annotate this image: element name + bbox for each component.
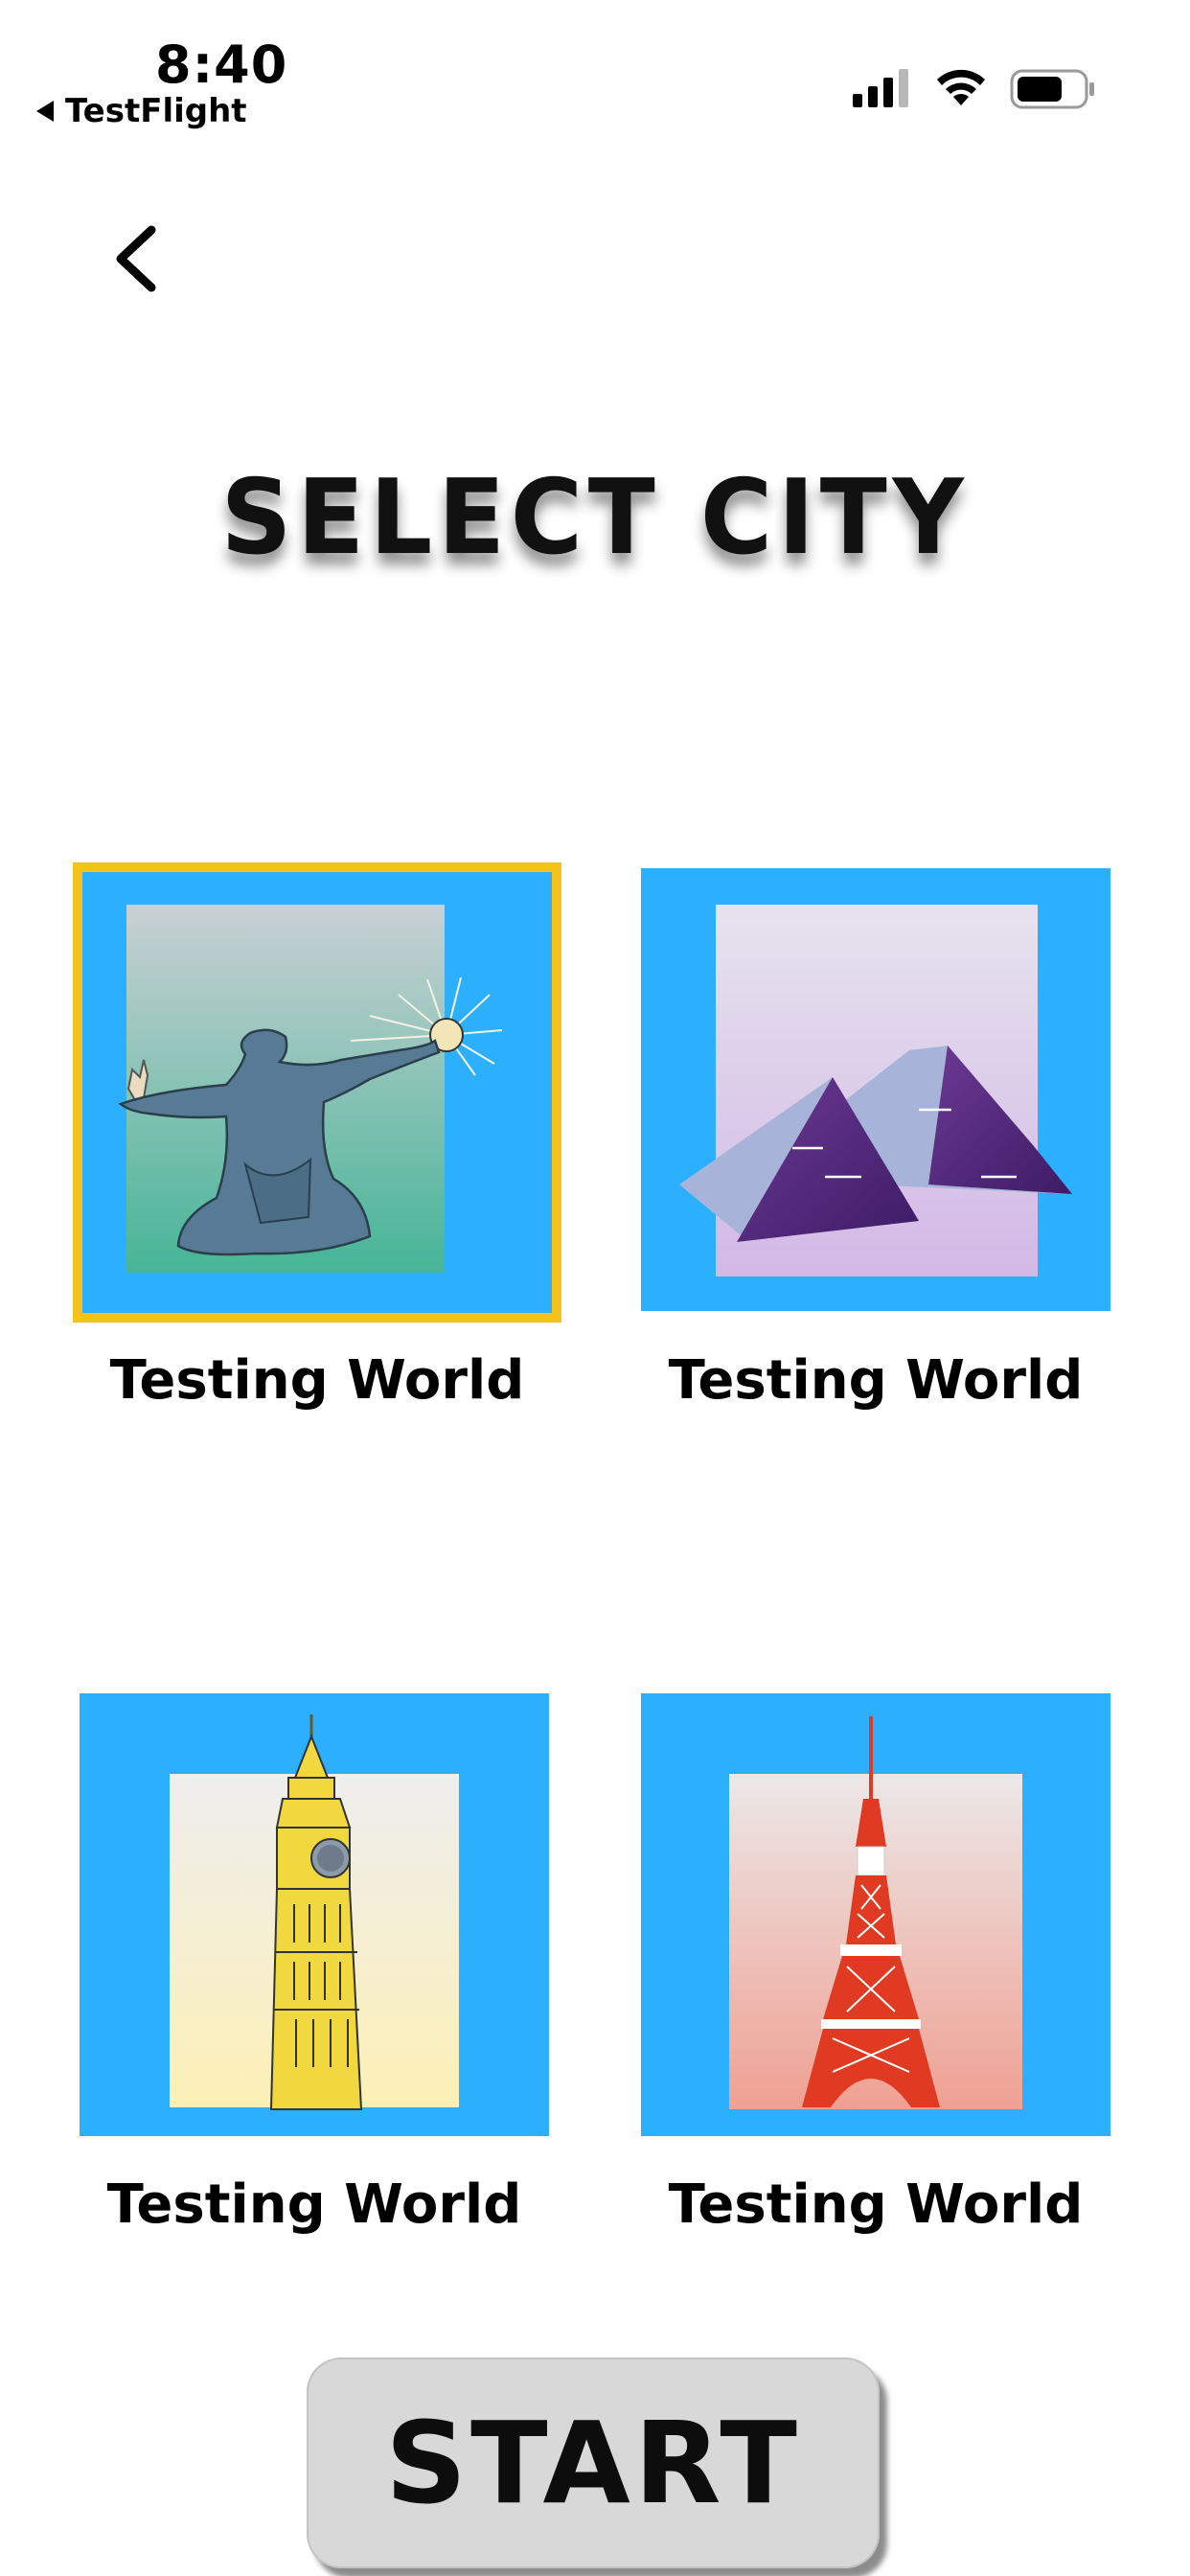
status-bar: 8:40 TestFlight	[0, 0, 1190, 144]
status-time: 8:40	[155, 34, 288, 95]
city-card-3[interactable]	[80, 1693, 549, 2136]
battery-icon	[1010, 69, 1094, 109]
city-label-2: Testing World	[668, 1349, 1084, 1412]
signal-icon	[853, 69, 908, 107]
start-button-label: START	[385, 2397, 801, 2529]
wifi-icon	[937, 69, 985, 105]
spirit-statue-illustration	[118, 905, 503, 1273]
city-card-4[interactable]	[641, 1693, 1110, 2136]
city-card-1[interactable]	[73, 862, 561, 1322]
tokyo-tower-illustration	[729, 1716, 1022, 2109]
back-to-app-link[interactable]: TestFlight	[36, 92, 247, 130]
city-label-3: Testing World	[106, 2174, 522, 2236]
back-triangle-icon	[36, 101, 54, 122]
page-title: SELECT CITY	[220, 458, 970, 578]
start-button[interactable]: START	[307, 2358, 880, 2568]
city-label-4: Testing World	[668, 2174, 1084, 2236]
big-ben-illustration	[170, 1714, 459, 2110]
city-label-1: Testing World	[109, 1349, 525, 1412]
city-card-2[interactable]	[641, 868, 1110, 1311]
chevron-left-icon[interactable]	[103, 220, 171, 297]
back-app-label: TestFlight	[65, 92, 247, 130]
pyramids-illustration	[679, 905, 1072, 1276]
